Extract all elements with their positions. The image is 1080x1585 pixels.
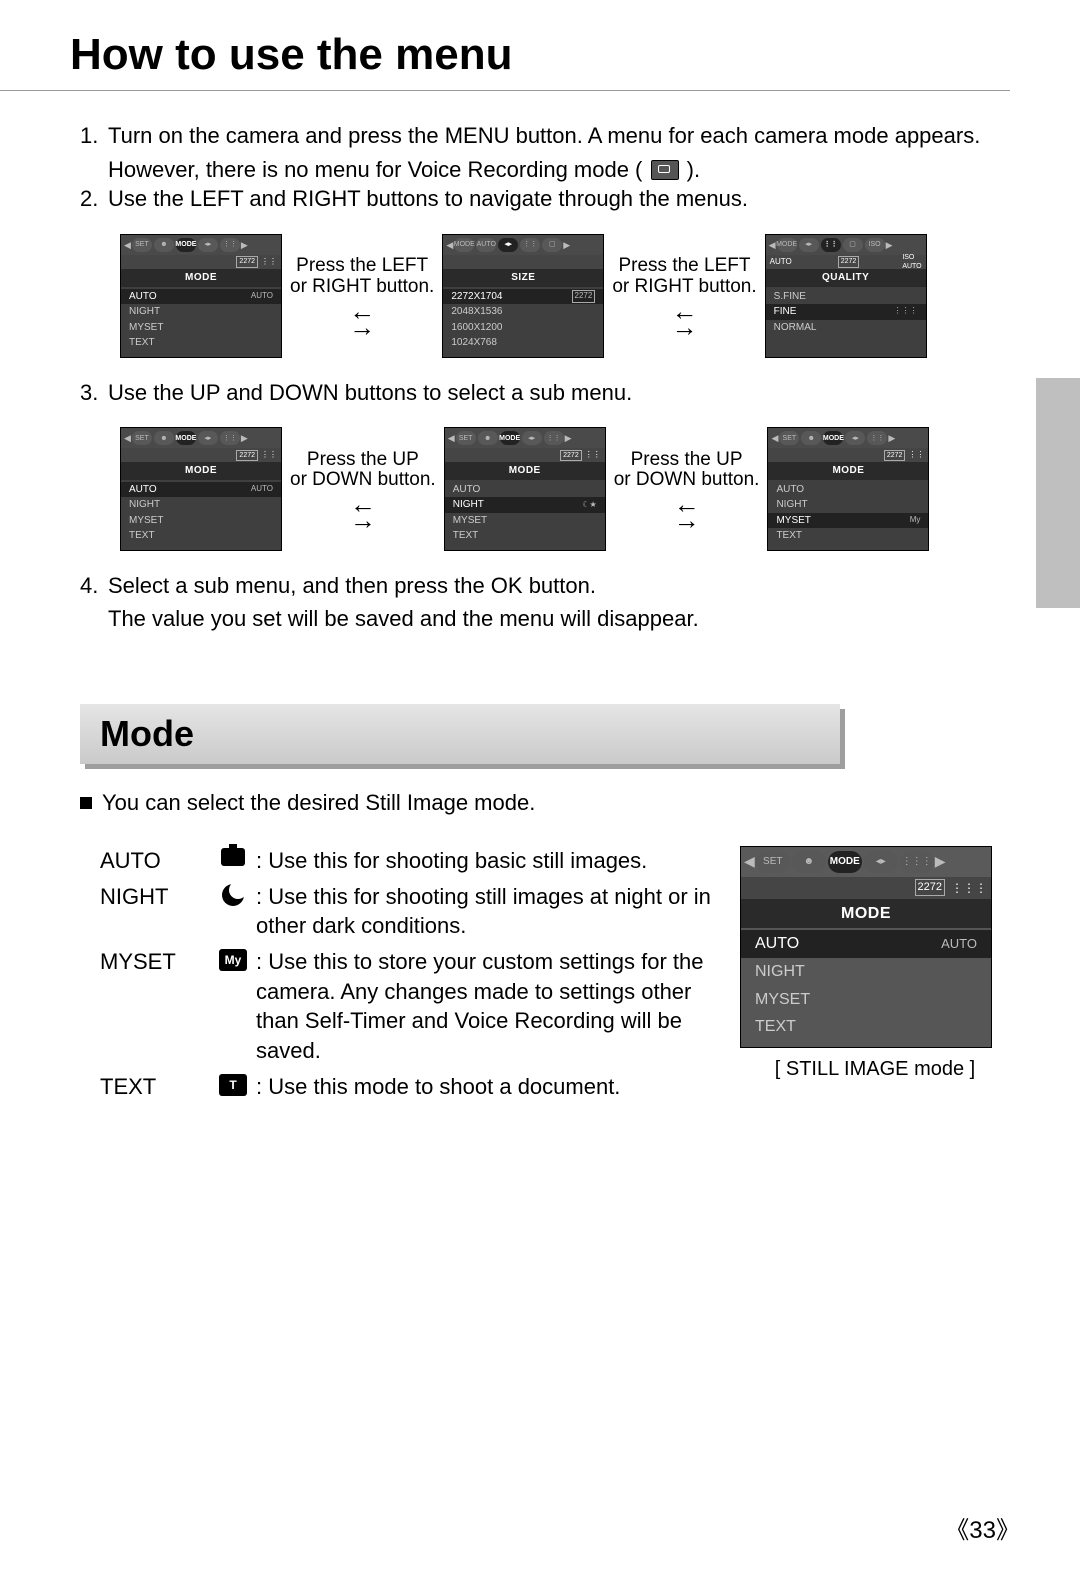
tab-iso: ISO	[865, 238, 885, 252]
menu-item: 2048X1536	[443, 304, 603, 320]
tab-icon: ☻	[154, 238, 174, 252]
menu-item: 1600X1200	[443, 320, 603, 336]
modes-list: AUTO : Use this for shooting basic still…	[80, 846, 740, 1108]
tab-icon: MODE	[777, 238, 797, 252]
lcd-still-image: ◀ SET ☻ MODE ◂▸ ⋮⋮⋮ ▶ 2272⋮⋮⋮ MODE AUTOA…	[740, 846, 992, 1048]
menu-item-text: TEXT	[121, 335, 281, 351]
step-1: 1. Turn on the camera and press the MENU…	[80, 121, 1010, 151]
arrow-ud: Press the UPor DOWN button. ←→	[290, 450, 436, 529]
lcd-mode-night: ◀SET☻MODE◂▸⋮⋮▶ 2272⋮⋮ MODE AUTO NIGHT☾★ …	[444, 427, 606, 551]
menu-item-auto: AUTOAUTO	[741, 930, 991, 958]
mode-row-myset: MYSET My : Use this to store your custom…	[80, 947, 740, 1066]
lcd-size: ◀ MODE AUTO ◂▸ ⋮⋮ ▢ ▶ SIZE 2272X17042272…	[442, 234, 604, 358]
arrow-right-icon: →	[350, 513, 376, 529]
section-tab	[1036, 378, 1080, 608]
big-lcd-wrap: ◀ SET ☻ MODE ◂▸ ⋮⋮⋮ ▶ 2272⋮⋮⋮ MODE AUTOA…	[740, 846, 1010, 1108]
lcd-caption: [ STILL IMAGE mode ]	[740, 1056, 1010, 1083]
page-number: 《33》	[945, 1510, 1020, 1545]
step-2: 2. Use the LEFT and RIGHT buttons to nav…	[80, 184, 1010, 214]
bullet-square-icon	[80, 797, 92, 809]
menu-item-auto: AUTOAUTO	[121, 289, 281, 305]
menu-item: NORMAL	[766, 320, 926, 336]
step-4: 4. Select a sub menu, and then press the…	[80, 571, 1010, 601]
arrow-lr: Press the LEFTor RIGHT button. ←→	[612, 256, 756, 335]
mode-intro: You can select the desired Still Image m…	[80, 788, 1010, 818]
mode-row-text: TEXT T : Use this mode to shoot a docume…	[80, 1072, 740, 1102]
menu-item: FINE⋮⋮⋮	[766, 304, 926, 320]
arrow-right-icon: →	[671, 320, 697, 336]
step-text: Select a sub menu, and then press the OK…	[108, 573, 596, 598]
voice-recording-icon	[651, 160, 679, 180]
menu-item-myset: MYSET	[121, 320, 281, 336]
menu-item-night: NIGHT	[121, 304, 281, 320]
mode-row-auto: AUTO : Use this for shooting basic still…	[80, 846, 740, 876]
mode-heading: Mode	[100, 710, 194, 759]
lcd-title: QUALITY	[766, 269, 926, 287]
camera-icon	[221, 848, 245, 866]
step-4-cont: The value you set will be saved and the …	[80, 604, 1010, 634]
mode-section: Mode You can select the desired Still Im…	[80, 704, 1010, 1107]
tab-mode-icon: MODE	[454, 238, 474, 252]
text-icon: T	[219, 1074, 247, 1096]
lcd-mode: ◀ SET ☻ MODE ◂▸ ⋮⋮ ▶ 2272⋮⋮ MODE AUTOAUT…	[120, 234, 282, 358]
tab-icon: ◂▸	[799, 238, 819, 252]
tab-set: SET	[756, 851, 790, 873]
tab-icon: ⋮⋮	[220, 238, 240, 252]
step-3: 3. Use the UP and DOWN buttons to select…	[80, 378, 1010, 408]
step-number: 2.	[80, 184, 108, 214]
lcd-quality: ◀ MODE ◂▸ ⋮⋮ ▢ ISO ▶ AUTO2272ISOAUTO QUA…	[765, 234, 927, 358]
page-title: How to use the menu	[0, 0, 1010, 91]
modes-row: AUTO : Use this for shooting basic still…	[80, 846, 1010, 1108]
menu-item-text: TEXT	[741, 1013, 991, 1041]
moon-star-icon: ☾★	[582, 500, 596, 511]
moon-star-icon	[222, 884, 244, 906]
arrow-right-icon: →	[674, 513, 700, 529]
tab-icon: ▢	[843, 238, 863, 252]
step-text: Use the LEFT and RIGHT buttons to naviga…	[108, 186, 748, 211]
tab-icon: ◂▸	[864, 851, 898, 873]
arrow-right-icon: →	[349, 320, 375, 336]
lcd-mode-myset: ◀SET☻MODE◂▸⋮⋮▶ 2272⋮⋮ MODE AUTO NIGHT MY…	[767, 427, 929, 551]
screens-row-lr: ◀ SET ☻ MODE ◂▸ ⋮⋮ ▶ 2272⋮⋮ MODE AUTOAUT…	[120, 234, 1010, 358]
lcd-mode-auto: ◀SET☻MODE◂▸⋮⋮▶ 2272⋮⋮ MODE AUTOAUTO NIGH…	[120, 427, 282, 551]
tab-icon: ▢	[542, 238, 562, 252]
lcd-title: SIZE	[443, 269, 603, 287]
mode-heading-bar: Mode	[80, 704, 840, 764]
tab-icon: ☻	[792, 851, 826, 873]
lcd-title: MODE	[121, 269, 281, 287]
arrow-lr: Press the LEFTor RIGHT button. ←→	[290, 256, 434, 335]
manual-page: How to use the menu 1. Turn on the camer…	[0, 0, 1080, 1585]
tab-size-icon: ◂▸	[498, 238, 518, 252]
mode-row-night: NIGHT : Use this for shooting still imag…	[80, 882, 740, 941]
step-number: 1.	[80, 121, 108, 151]
tab-quality-icon: ⋮⋮	[821, 238, 841, 252]
tab-icon: ◂▸	[198, 238, 218, 252]
tab-icon: ⋮⋮⋮	[900, 851, 934, 873]
step-1-cont: However, there is no menu for Voice Reco…	[80, 155, 1010, 185]
arrow-ud: Press the UPor DOWN button. ←→	[614, 450, 760, 529]
tab-set: SET	[132, 238, 152, 252]
menu-item: S.FINE	[766, 289, 926, 305]
step-text: Use the UP and DOWN buttons to select a …	[108, 380, 632, 405]
page-body: 1. Turn on the camera and press the MENU…	[0, 91, 1080, 1107]
tab-mode-icon: MODE	[828, 851, 862, 873]
menu-item: 1024X768	[443, 335, 603, 351]
step-number: 4.	[80, 571, 108, 601]
step-number: 3.	[80, 378, 108, 408]
tab-mode-icon: MODE	[176, 238, 196, 252]
tab-icon: ⋮⋮	[520, 238, 540, 252]
my-icon: My	[219, 949, 247, 971]
menu-item-night: NIGHT	[741, 958, 991, 986]
tab-auto: AUTO	[476, 238, 496, 252]
menu-item-myset: MYSET	[741, 986, 991, 1014]
step-text: Turn on the camera and press the MENU bu…	[108, 123, 980, 148]
menu-item	[766, 335, 926, 351]
screens-row-ud: ◀SET☻MODE◂▸⋮⋮▶ 2272⋮⋮ MODE AUTOAUTO NIGH…	[120, 427, 1010, 551]
menu-item: 2272X17042272	[443, 289, 603, 305]
